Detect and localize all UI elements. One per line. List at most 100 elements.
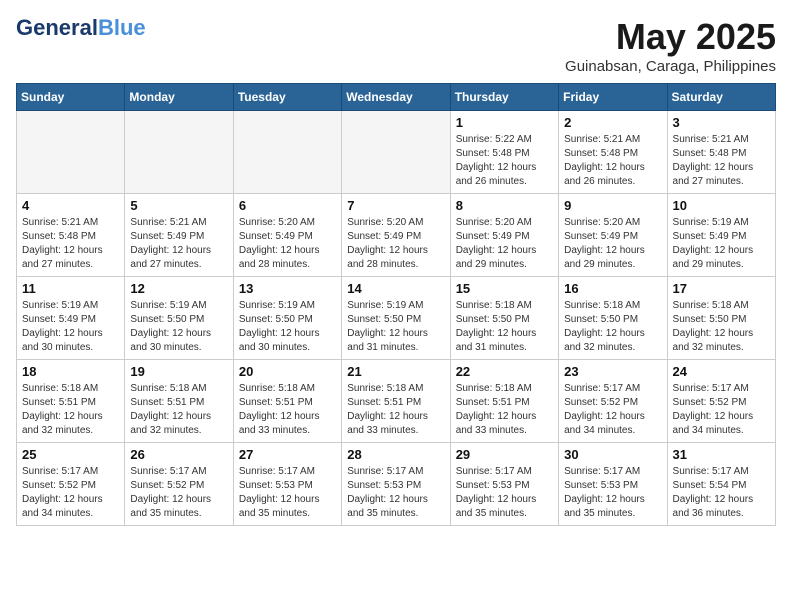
calendar-day-cell: 12 Sunrise: 5:19 AMSunset: 5:50 PMDayligh… xyxy=(125,277,233,360)
calendar-day-cell: 21 Sunrise: 5:18 AMSunset: 5:51 PMDayligh… xyxy=(342,360,450,443)
day-number: 24 xyxy=(673,364,770,379)
weekday-header: Saturday xyxy=(667,84,775,111)
calendar-day-cell: 30 Sunrise: 5:17 AMSunset: 5:53 PMDayligh… xyxy=(559,443,667,526)
page-header: GeneralBlue May 2025 Guinabsan, Caraga, … xyxy=(16,16,776,75)
day-number: 20 xyxy=(239,364,336,379)
day-info: Sunrise: 5:18 AMSunset: 5:50 PMDaylight:… xyxy=(673,299,770,355)
day-info: Sunrise: 5:18 AMSunset: 5:50 PMDaylight:… xyxy=(456,299,553,355)
day-info: Sunrise: 5:20 AMSunset: 5:49 PMDaylight:… xyxy=(347,216,444,272)
calendar-day-cell: 31Sunrise: 5:17 AMSunset: 5:54 PMDayligh… xyxy=(667,443,775,526)
day-number: 4 xyxy=(22,198,119,213)
day-number: 31 xyxy=(673,447,770,462)
calendar-day-cell: 16 Sunrise: 5:18 AMSunset: 5:50 PMDayligh… xyxy=(559,277,667,360)
calendar-day-cell: 3 Sunrise: 5:21 AMSunset: 5:48 PMDaylight… xyxy=(667,111,775,194)
day-info: Sunrise: 5:19 AMSunset: 5:50 PMDaylight:… xyxy=(239,299,336,355)
day-info: Sunrise: 5:21 AMSunset: 5:48 PMDaylight:… xyxy=(564,133,661,189)
calendar-day-cell: 17 Sunrise: 5:18 AMSunset: 5:50 PMDayligh… xyxy=(667,277,775,360)
calendar-day-cell: 19Sunrise: 5:18 AMSunset: 5:51 PMDayligh… xyxy=(125,360,233,443)
calendar-week-row: 4 Sunrise: 5:21 AMSunset: 5:48 PMDaylight… xyxy=(17,194,776,277)
calendar-week-row: 1Sunrise: 5:22 AMSunset: 5:48 PMDaylight… xyxy=(17,111,776,194)
day-number: 11 xyxy=(22,281,119,296)
day-info: Sunrise: 5:17 AMSunset: 5:52 PMDaylight:… xyxy=(564,382,661,438)
day-info: Sunrise: 5:17 AMSunset: 5:53 PMDaylight:… xyxy=(239,465,336,521)
day-number: 25 xyxy=(22,447,119,462)
weekday-header: Monday xyxy=(125,84,233,111)
weekday-header: Tuesday xyxy=(233,84,341,111)
day-info: Sunrise: 5:19 AMSunset: 5:50 PMDaylight:… xyxy=(347,299,444,355)
calendar-day-cell: 1Sunrise: 5:22 AMSunset: 5:48 PMDaylight… xyxy=(450,111,558,194)
day-number: 18 xyxy=(22,364,119,379)
day-info: Sunrise: 5:17 AMSunset: 5:52 PMDaylight:… xyxy=(22,465,119,521)
location-subtitle: Guinabsan, Caraga, Philippines xyxy=(565,58,776,75)
weekday-header: Friday xyxy=(559,84,667,111)
calendar-day-cell: 15Sunrise: 5:18 AMSunset: 5:50 PMDayligh… xyxy=(450,277,558,360)
calendar-day-cell: 10Sunrise: 5:19 AMSunset: 5:49 PMDayligh… xyxy=(667,194,775,277)
day-info: Sunrise: 5:17 AMSunset: 5:53 PMDaylight:… xyxy=(564,465,661,521)
calendar-day-cell: 2 Sunrise: 5:21 AMSunset: 5:48 PMDaylight… xyxy=(559,111,667,194)
calendar-day-cell: 20 Sunrise: 5:18 AMSunset: 5:51 PMDayligh… xyxy=(233,360,341,443)
day-info: Sunrise: 5:18 AMSunset: 5:51 PMDaylight:… xyxy=(239,382,336,438)
day-number: 17 xyxy=(673,281,770,296)
day-info: Sunrise: 5:21 AMSunset: 5:48 PMDaylight:… xyxy=(22,216,119,272)
calendar-day-cell: 23 Sunrise: 5:17 AMSunset: 5:52 PMDayligh… xyxy=(559,360,667,443)
day-info: Sunrise: 5:19 AMSunset: 5:49 PMDaylight:… xyxy=(673,216,770,272)
day-info: Sunrise: 5:18 AMSunset: 5:50 PMDaylight:… xyxy=(564,299,661,355)
calendar-day-cell xyxy=(233,111,341,194)
calendar-week-row: 18 Sunrise: 5:18 AMSunset: 5:51 PMDayligh… xyxy=(17,360,776,443)
day-number: 28 xyxy=(347,447,444,462)
logo-text: GeneralBlue xyxy=(16,16,146,40)
day-info: Sunrise: 5:20 AMSunset: 5:49 PMDaylight:… xyxy=(564,216,661,272)
logo: GeneralBlue xyxy=(16,16,146,40)
day-info: Sunrise: 5:17 AMSunset: 5:53 PMDaylight:… xyxy=(347,465,444,521)
calendar-day-cell: 29 Sunrise: 5:17 AMSunset: 5:53 PMDayligh… xyxy=(450,443,558,526)
calendar-day-cell xyxy=(342,111,450,194)
day-number: 1 xyxy=(456,115,553,130)
day-info: Sunrise: 5:19 AMSunset: 5:50 PMDaylight:… xyxy=(130,299,227,355)
day-info: Sunrise: 5:21 AMSunset: 5:48 PMDaylight:… xyxy=(673,133,770,189)
day-info: Sunrise: 5:18 AMSunset: 5:51 PMDaylight:… xyxy=(130,382,227,438)
weekday-header: Sunday xyxy=(17,84,125,111)
day-number: 12 xyxy=(130,281,227,296)
day-info: Sunrise: 5:20 AMSunset: 5:49 PMDaylight:… xyxy=(456,216,553,272)
calendar-day-cell: 22 Sunrise: 5:18 AMSunset: 5:51 PMDayligh… xyxy=(450,360,558,443)
day-number: 26 xyxy=(130,447,227,462)
calendar-day-cell: 28 Sunrise: 5:17 AMSunset: 5:53 PMDayligh… xyxy=(342,443,450,526)
day-info: Sunrise: 5:18 AMSunset: 5:51 PMDaylight:… xyxy=(347,382,444,438)
day-number: 7 xyxy=(347,198,444,213)
weekday-header: Thursday xyxy=(450,84,558,111)
day-info: Sunrise: 5:19 AMSunset: 5:49 PMDaylight:… xyxy=(22,299,119,355)
day-info: Sunrise: 5:18 AMSunset: 5:51 PMDaylight:… xyxy=(456,382,553,438)
calendar-day-cell: 27 Sunrise: 5:17 AMSunset: 5:53 PMDayligh… xyxy=(233,443,341,526)
day-info: Sunrise: 5:17 AMSunset: 5:52 PMDaylight:… xyxy=(130,465,227,521)
month-title: May 2025 xyxy=(565,16,776,58)
weekday-header: Wednesday xyxy=(342,84,450,111)
day-number: 2 xyxy=(564,115,661,130)
calendar-day-cell xyxy=(125,111,233,194)
day-info: Sunrise: 5:17 AMSunset: 5:53 PMDaylight:… xyxy=(456,465,553,521)
day-number: 30 xyxy=(564,447,661,462)
day-number: 27 xyxy=(239,447,336,462)
calendar-day-cell: 7 Sunrise: 5:20 AMSunset: 5:49 PMDaylight… xyxy=(342,194,450,277)
calendar-week-row: 11 Sunrise: 5:19 AMSunset: 5:49 PMDayligh… xyxy=(17,277,776,360)
calendar-day-cell: 8 Sunrise: 5:20 AMSunset: 5:49 PMDaylight… xyxy=(450,194,558,277)
day-number: 21 xyxy=(347,364,444,379)
calendar-day-cell: 9Sunrise: 5:20 AMSunset: 5:49 PMDaylight… xyxy=(559,194,667,277)
calendar-table: SundayMondayTuesdayWednesdayThursdayFrid… xyxy=(16,83,776,526)
day-number: 23 xyxy=(564,364,661,379)
day-number: 3 xyxy=(673,115,770,130)
calendar-day-cell: 5Sunrise: 5:21 AMSunset: 5:49 PMDaylight… xyxy=(125,194,233,277)
day-number: 22 xyxy=(456,364,553,379)
calendar-day-cell: 24Sunrise: 5:17 AMSunset: 5:52 PMDayligh… xyxy=(667,360,775,443)
calendar-day-cell: 26 Sunrise: 5:17 AMSunset: 5:52 PMDayligh… xyxy=(125,443,233,526)
day-number: 16 xyxy=(564,281,661,296)
calendar-day-cell: 14Sunrise: 5:19 AMSunset: 5:50 PMDayligh… xyxy=(342,277,450,360)
day-number: 29 xyxy=(456,447,553,462)
calendar-day-cell: 11 Sunrise: 5:19 AMSunset: 5:49 PMDayligh… xyxy=(17,277,125,360)
calendar-day-cell: 13Sunrise: 5:19 AMSunset: 5:50 PMDayligh… xyxy=(233,277,341,360)
calendar-day-cell xyxy=(17,111,125,194)
day-info: Sunrise: 5:20 AMSunset: 5:49 PMDaylight:… xyxy=(239,216,336,272)
weekday-header-row: SundayMondayTuesdayWednesdayThursdayFrid… xyxy=(17,84,776,111)
day-number: 6 xyxy=(239,198,336,213)
calendar-week-row: 25 Sunrise: 5:17 AMSunset: 5:52 PMDayligh… xyxy=(17,443,776,526)
day-number: 8 xyxy=(456,198,553,213)
